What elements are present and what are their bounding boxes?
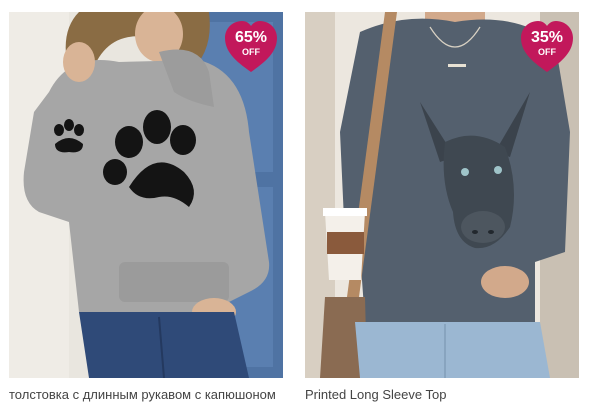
product-title[interactable]: толстовка с длинным рукавом с капюшоном [9, 386, 283, 404]
discount-percent: 65% [234, 29, 268, 46]
product-card[interactable]: 35% OFF Printed Long Sleeve Top [305, 0, 579, 411]
discount-badge: 35% OFF [518, 18, 576, 76]
discount-off-label: OFF [538, 47, 556, 57]
discount-percent: 35% [530, 29, 564, 46]
discount-badge: 65% OFF [222, 18, 280, 76]
discount-off-label: OFF [242, 47, 260, 57]
product-grid: 65% OFF толстовка с длинным рукавом с ка… [0, 0, 590, 411]
product-title[interactable]: Printed Long Sleeve Top [305, 386, 579, 404]
product-card[interactable]: 65% OFF толстовка с длинным рукавом с ка… [9, 0, 283, 411]
